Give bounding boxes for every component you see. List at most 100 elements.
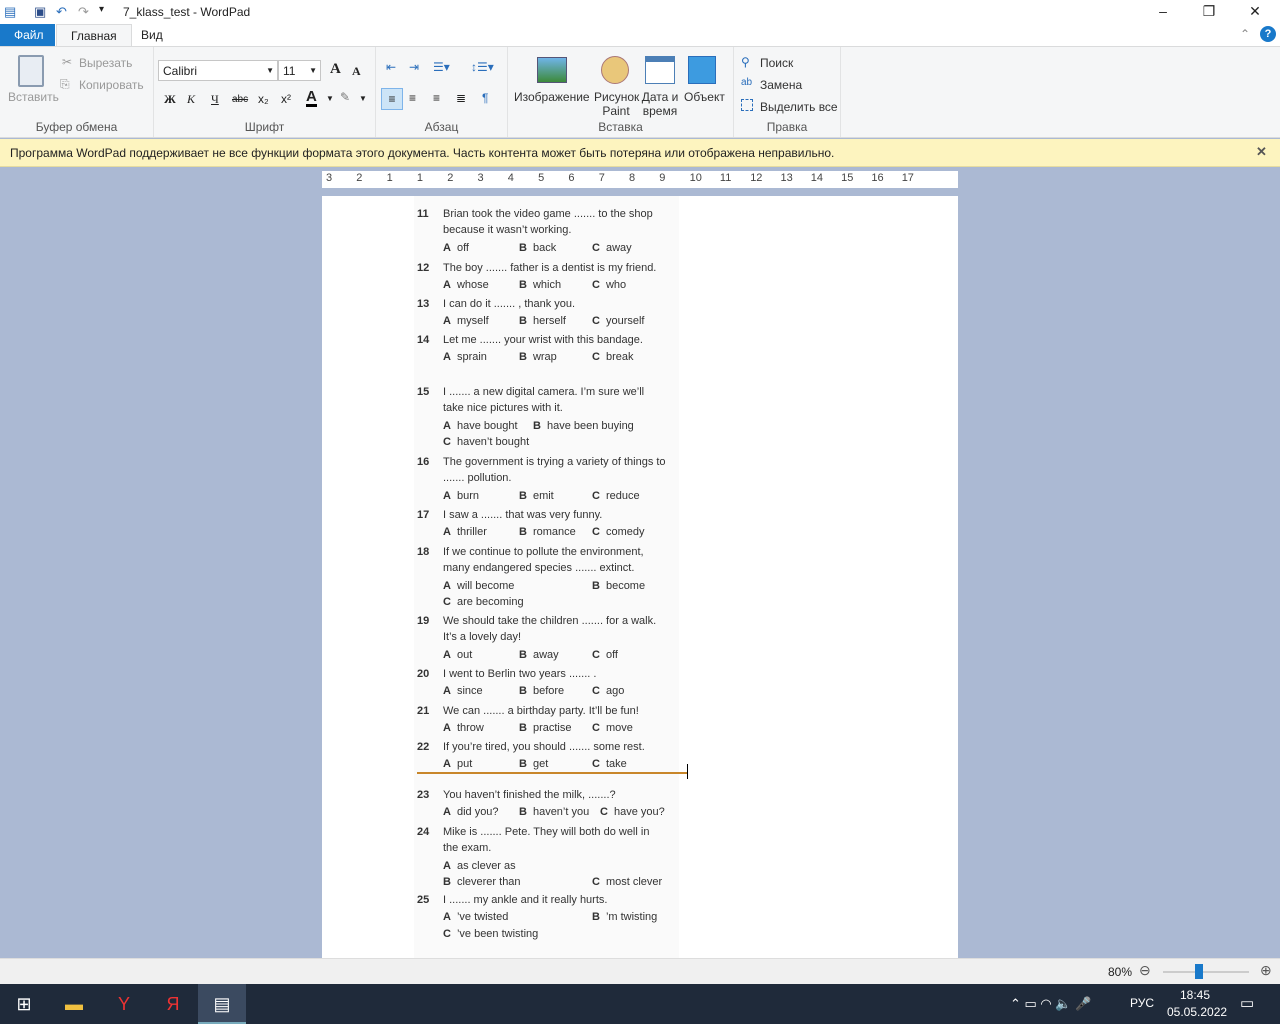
shrink-font-icon[interactable]: A [352,64,361,79]
question-text: ....... pollution. [443,472,512,485]
answer-option: Caway [592,242,632,254]
notifications-icon[interactable]: ▭ [1240,994,1254,1012]
file-explorer-icon[interactable]: ▬ [50,984,98,1024]
document-page[interactable]: 11 Brian took the video game ....... to t… [322,196,958,958]
question-text: I saw a ....... that was very funny. [443,509,603,521]
wordpad-app-icon[interactable]: ▤ [4,4,16,20]
font-group-label: Шрифт [244,120,285,134]
paint-icon[interactable] [601,56,629,84]
option-letter: A [443,489,451,502]
answer-option: Cago [592,685,624,697]
answer-option: Athrow [443,722,484,734]
minimize-button[interactable]: – [1140,0,1186,24]
ruler-tick: 1 [416,172,424,184]
chevron-down-icon[interactable]: ▼ [326,94,334,103]
tab-home[interactable]: Главная [56,24,132,46]
align-center-icon[interactable]: ≡ [409,91,416,105]
divider-line [417,772,687,774]
zoom-slider-thumb[interactable] [1195,964,1204,979]
insert-paint-button[interactable]: Рисунок Paint [594,90,639,118]
customize-quick-access-icon[interactable]: ▾ [99,4,104,15]
answer-option: Care becoming [443,596,524,608]
answer-option: Awill become [443,580,514,592]
ruler-tick: 9 [659,172,666,184]
insert-object-button[interactable]: Объект [684,90,725,104]
calendar-icon[interactable] [645,56,675,84]
paste-icon[interactable] [18,55,44,87]
insert-image-button[interactable]: Изображение [514,90,590,104]
paste-button[interactable]: Вставить [8,90,59,104]
insert-datetime-button[interactable]: Дата и время [640,90,680,118]
redo-icon[interactable]: ↷ [78,4,89,20]
zoom-out-icon[interactable]: ⊖ [1139,962,1151,979]
close-button[interactable]: ✕ [1232,0,1278,24]
collapse-ribbon-icon[interactable]: ⌃ [1240,27,1250,41]
ruler[interactable]: 3 2 1 1 2 3 4 5 6 7 8 9 10 11 12 13 14 15 16 17 [322,171,958,188]
cut-button[interactable]: Вырезать [79,56,132,70]
yandex-icon[interactable]: Я [149,984,197,1024]
font-size-value: 11 [283,64,296,78]
zoom-in-icon[interactable]: ⊕ [1260,962,1272,979]
clipboard-group: Вставить ✂ Вырезать ⎘ Копировать Буфер о… [0,47,154,137]
underline-button[interactable]: Ч [211,92,219,107]
italic-button[interactable]: К [187,92,195,107]
decrease-indent-icon[interactable]: ⇤ [386,60,396,74]
tray-icons[interactable]: ⌃ ▭ ◠ 🔈 🎤 [1010,996,1091,1012]
option-letter: B [592,911,600,924]
justify-icon[interactable]: ≣ [456,91,466,105]
option-letter: A [443,722,451,735]
option-letter: C [592,351,600,364]
close-infobar-icon[interactable]: ✕ [1256,144,1267,160]
superscript-button[interactable]: x² [281,92,291,106]
option-text: away [605,241,632,254]
question-text: You haven’t finished the milk, .......? [443,789,616,801]
highlight-icon[interactable]: ✎ [340,90,350,104]
answer-option: Athriller [443,526,487,538]
yandex-browser-icon[interactable]: Y [100,984,148,1024]
ruler-tick: 11 [719,172,732,184]
align-right-icon[interactable]: ≡ [433,91,440,105]
option-text: take [605,758,627,771]
ruler-tick: 15 [841,172,854,184]
tab-view[interactable]: Вид [127,24,177,46]
option-text: before [532,685,565,698]
line-spacing-icon[interactable]: ↕☰▾ [471,60,494,74]
object-icon[interactable] [688,56,716,84]
paragraph-settings-icon[interactable]: ¶ [482,91,488,105]
replace-button[interactable]: Замена [760,78,802,92]
copy-button[interactable]: Копировать [79,78,144,92]
clock-date[interactable]: 05.05.2022 [1167,1005,1227,1019]
answer-option: Bherself [519,315,566,327]
option-text: break [605,351,634,364]
find-button[interactable]: Поиск [760,56,793,70]
grow-font-icon[interactable]: A [330,61,341,78]
option-text: thriller [456,526,487,539]
ruler-tick: 4 [507,172,514,184]
tab-file[interactable]: Файл [0,24,55,46]
bold-button[interactable]: Ж [164,92,176,107]
question-number: 15 [417,386,430,398]
clock-time[interactable]: 18:45 [1180,988,1210,1002]
image-icon[interactable] [537,57,567,83]
increase-indent-icon[interactable]: ⇥ [409,60,419,74]
maximize-button[interactable]: ❐ [1186,0,1232,24]
help-icon[interactable]: ? [1260,26,1276,42]
undo-icon[interactable]: ↶ [56,4,67,20]
input-language[interactable]: РУС [1130,996,1154,1010]
start-icon[interactable]: ⊞ [0,984,48,1024]
font-family-select[interactable]: Calibri ▼ [158,60,278,81]
subscript-button[interactable]: x₂ [258,92,269,106]
chevron-down-icon[interactable]: ▼ [359,94,367,103]
font-size-select[interactable]: 11 ▼ [278,60,321,81]
save-icon[interactable]: ▣ [34,4,46,20]
wordpad-taskbar-icon[interactable]: ▤ [198,984,246,1024]
font-color-button[interactable]: A [306,89,317,107]
ruler-tick: 6 [568,172,575,184]
zoom-slider[interactable] [1163,971,1249,973]
list-icon[interactable]: ☰▾ [433,60,450,74]
strikethrough-button[interactable]: abc [232,94,248,105]
answer-option: Bromance [519,526,576,538]
align-left-icon[interactable]: ≡ [381,88,403,110]
select-all-button[interactable]: Выделить все [760,100,838,114]
taskbar: ⊞ ▬ Y Я ▤ ⌃ ▭ ◠ 🔈 🎤 РУС 18:45 05.05.2022… [0,984,1280,1024]
